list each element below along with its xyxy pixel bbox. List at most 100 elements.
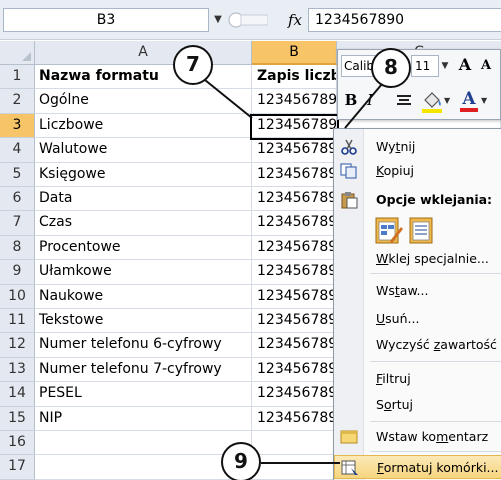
active-cell-border[interactable] [250,114,339,140]
menu-item-format-cells[interactable]: Formatuj komórki... [334,455,501,479]
font-color-icon[interactable]: A [458,86,480,114]
row-header[interactable]: 12 [0,333,35,358]
menu-item-delete[interactable]: Usuń... [334,307,501,331]
fill-color-icon[interactable] [420,88,444,114]
cell-a11[interactable]: Tekstowe [35,309,252,334]
cell-a15[interactable]: NIP [35,406,252,431]
menu-label: Wklej specjalnie... [376,251,489,266]
paste-icon [341,192,358,209]
callout-number-8: 8 [371,48,411,88]
cell-a6[interactable]: Data [35,187,252,212]
paste-all-icon[interactable] [374,215,404,245]
cell-a8[interactable]: Procentowe [35,235,252,261]
cell-b9[interactable]: 1234567890 [252,260,337,285]
grow-font-button[interactable]: A [455,53,475,77]
cell-a9[interactable]: Ułamkowe [35,260,252,285]
menu-label: Wstaw... [376,283,429,298]
menu-separator [370,273,501,274]
menu-item-filter[interactable]: Filtruj [334,367,501,391]
callout-number-9: 9 [221,442,261,480]
name-box[interactable]: B3 [3,8,209,32]
row-header[interactable]: 9 [0,260,35,285]
cell-b4[interactable]: 1234567890 [252,138,337,163]
callout-number-7: 7 [173,45,213,85]
bold-button[interactable]: B [342,88,360,112]
cell-a13[interactable]: Numer telefonu 7-cyfrowy [35,357,252,383]
row-header[interactable]: 14 [0,382,35,407]
formula-input[interactable]: 1234567890 [308,8,501,32]
font-size-select[interactable]: 11 [411,55,439,77]
cell-b8[interactable]: 1234567890 [252,235,337,261]
menu-item-sort[interactable]: Sortuj [334,393,501,417]
paste-values-icon[interactable] [408,215,438,245]
cell-b7[interactable]: 1234567890 [252,211,337,236]
italic-button[interactable]: I [362,88,378,112]
row-header[interactable]: 3 [0,113,35,139]
row-header[interactable]: 13 [0,357,35,383]
cell-a3[interactable]: Liczbowe [35,113,252,139]
row-header[interactable]: 10 [0,284,35,309]
row-header[interactable]: 15 [0,406,35,431]
cell-b15[interactable]: 1234567890 [252,406,337,431]
chevron-down-icon[interactable]: ▼ [481,90,491,112]
menu-label: Wytnij [376,139,416,154]
mini-toolbar: Calib 11 ▼ A A B I ▼ A ▼ [337,49,501,120]
cell-b14[interactable]: 1234567890 [252,382,337,407]
row-header[interactable]: 1 [0,65,35,90]
paste-options-heading: Opcje wklejania: [376,192,493,207]
cell-a12[interactable]: Numer telefonu 6-cyfrowy [35,333,252,358]
row-header[interactable]: 17 [0,455,35,480]
cell-b12[interactable]: 1234567890 [252,333,337,358]
column-header-a[interactable]: A [35,41,252,65]
cell-a14[interactable]: PESEL [35,382,252,407]
menu-label: Filtruj [376,371,411,386]
align-center-icon[interactable] [396,94,412,108]
menu-item-cut[interactable]: Wytnij [334,135,501,159]
cell-a2[interactable]: Ogólne [35,89,252,114]
cell-b1[interactable]: Zapis liczb [252,65,337,90]
cell-a17[interactable] [35,455,252,480]
row-header[interactable]: 7 [0,211,35,236]
cell-b10[interactable]: 1234567890 [252,284,337,309]
cell-a1[interactable]: Nazwa formatu [35,65,252,90]
menu-item-insert-comment[interactable]: Wstaw komentarz [334,425,501,449]
row-header[interactable]: 2 [0,89,35,114]
context-menu: Wytnij Kopiuj Opcje wklejania: Wklej spe… [333,128,501,480]
row-header[interactable]: 16 [0,431,35,456]
svg-text:A: A [461,89,476,109]
cell-b5[interactable]: 1234567890 [252,162,337,187]
row-header[interactable]: 6 [0,187,35,212]
cell-a4[interactable]: Walutowe [35,138,252,163]
select-all-corner[interactable] [0,41,35,65]
menu-item-clear-contents[interactable]: Wyczyść zawartość [334,333,501,357]
select-all-triangle-icon [22,52,31,61]
chevron-down-icon[interactable]: ▼ [209,8,227,32]
menu-item-insert[interactable]: Wstaw... [334,279,501,303]
cell-b17[interactable] [252,455,337,480]
insert-function-icon[interactable]: fx [283,8,307,32]
cell-b13[interactable]: 1234567890 [252,357,337,383]
column-header-b[interactable]: B [252,41,337,65]
row-header[interactable]: 11 [0,309,35,334]
cell-b16[interactable] [252,431,337,456]
chevron-down-icon[interactable]: ▼ [444,90,454,112]
row-header[interactable]: 8 [0,235,35,261]
shrink-font-button[interactable]: A [476,55,496,77]
menu-label: Sortuj [376,397,414,412]
cell-a7[interactable]: Czas [35,211,252,236]
cell-b11[interactable]: 1234567890 [252,309,337,334]
cell-a10[interactable]: Naukowe [35,284,252,309]
menu-label: Formatuj komórki... [377,460,499,475]
copy-icon [340,163,357,179]
comment-icon [340,430,358,444]
menu-item-paste-special[interactable]: Wklej specjalnie... [334,247,501,271]
cell-b2[interactable]: 1234567890 [252,89,337,114]
cell-a16[interactable] [35,431,252,456]
chevron-down-icon[interactable]: ▼ [439,55,451,77]
menu-item-copy[interactable]: Kopiuj [334,159,501,183]
row-header[interactable]: 5 [0,162,35,187]
row-header[interactable]: 4 [0,138,35,163]
menu-label: Wyczyść zawartość [376,337,497,352]
cell-b6[interactable]: 1234567890 [252,187,337,212]
cell-a5[interactable]: Księgowe [35,162,252,187]
